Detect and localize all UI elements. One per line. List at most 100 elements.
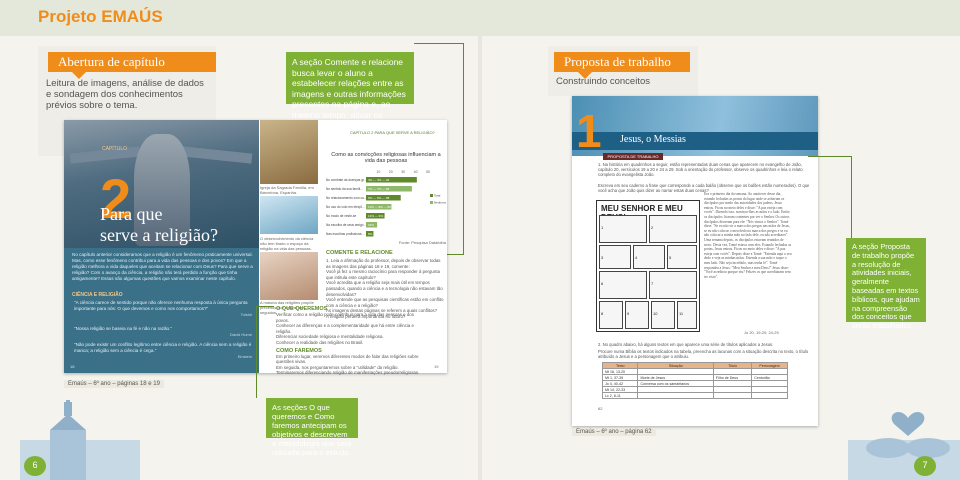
chapter-title-line: serve a religião? xyxy=(100,225,218,245)
comic-panel-number: 4 xyxy=(635,255,638,260)
chart-category-label: No relacionamento com ou… xyxy=(326,196,367,200)
faremos-line: Em primeiro lugar, veremos diferentes mo… xyxy=(276,353,419,365)
quote: "Nossa religião se baseia na fé e não na… xyxy=(74,326,252,337)
connector-line xyxy=(256,306,257,398)
cathedral-caption: Igreja da Sagrada Família, em Barcelona,… xyxy=(260,185,314,195)
bar-chart: 10 20 30 40 50 No combate às doenças gr… 4% — … xyxy=(326,170,446,237)
page-number-badge-right: 7 xyxy=(914,456,936,476)
page-number-right-badge: 7 xyxy=(922,460,928,470)
chart-legend-label: Total xyxy=(434,194,441,198)
faremos-line: Terminaremos diferenciando religião de m… xyxy=(276,370,420,376)
table-row: Lc 2, 8-11 xyxy=(601,392,788,399)
connector-line xyxy=(414,43,464,44)
comic-panel: 6 xyxy=(599,271,647,299)
chart-category-label: No uso do voto em eleiçõ… xyxy=(326,205,365,209)
callout-queremos: As seções O que queremos e Como faremos … xyxy=(266,398,358,457)
objectives-block: O QUE QUEREMOS Verificar como a religião… xyxy=(276,306,426,375)
chart-legend-swatch xyxy=(430,194,433,197)
section-description-abertura: Leitura de imagens, análise de dados e s… xyxy=(46,78,204,111)
chart-value-label: 6% — 6% — 88 xyxy=(368,196,390,200)
comente-line: 1. Leia a afirmação do professor, depois… xyxy=(326,258,441,269)
comic-panel: 2 xyxy=(649,215,697,243)
comic-panel: 1 xyxy=(599,215,647,243)
quote-author: Einstein xyxy=(237,354,252,359)
chapter-title: Para que serve a religião? xyxy=(100,204,218,246)
chart-category-label: No combate às doenças gr… xyxy=(326,178,367,182)
chart-category-label: No sentido da sua famíli… xyxy=(326,187,363,191)
lesson-title-band xyxy=(572,132,818,150)
section-label-abertura: Abertura de capítulo xyxy=(48,52,216,79)
chart-legend-swatch xyxy=(430,201,433,204)
comic-panel-number: 1 xyxy=(601,225,604,230)
hands-heart-illustration xyxy=(848,411,960,480)
comic-panel-number: 3 xyxy=(601,255,604,260)
lesson-q2: 2. No quadro abaixo, há alguns textos em… xyxy=(598,342,774,347)
comic-panel: 11 xyxy=(677,301,697,329)
quote: "A ciência carece de sentido porque não … xyxy=(74,300,252,317)
lesson-page-number: 62 xyxy=(598,406,603,411)
bible-reference: Jo 20, 19-20; 24-29 xyxy=(744,330,779,335)
chart-value-label: 12% — 9% — 79 xyxy=(368,214,391,218)
chapter-subhead: CIÊNCIA E RELIGIÃO xyxy=(72,292,123,298)
queremos-line: Conhecer a realidade das religiões no Br… xyxy=(276,339,364,345)
doctors-photo xyxy=(260,196,318,234)
chart-value-label: 11% — 9% — 80 xyxy=(368,205,391,209)
chart-tick-label: 50 xyxy=(426,170,430,174)
chapter-opener-page: CAPÍTULO 2 Para que serve a religião? No… xyxy=(64,120,259,373)
comic-panel: 8 xyxy=(599,301,623,329)
chart-value-label: 15% xyxy=(368,223,374,227)
comic-panel: 10 xyxy=(651,301,675,329)
connector-line xyxy=(256,306,274,307)
chart-tick-label: 20 xyxy=(389,170,393,174)
quote-text: "A ciência carece de sentido porque não … xyxy=(74,300,248,311)
chart-legend-label: Nenhuma … xyxy=(434,201,446,205)
page-header: Projeto EMAÚS xyxy=(0,0,960,36)
comic-panel-number: 2 xyxy=(651,225,654,230)
doctors-caption: O desenvolvimento da ciência não tem tir… xyxy=(260,236,314,251)
chart-title: Como as convicções religiosas influencia… xyxy=(331,152,441,164)
chart-value-label: 7% — 7% — 86 xyxy=(368,187,390,191)
comente-line: Você acredita que a religião seja mais ú… xyxy=(326,280,443,297)
lesson-number: 1 xyxy=(576,105,602,156)
connector-line xyxy=(808,156,852,157)
comente-line: Você já fez o mesmo raciocínio para resp… xyxy=(326,269,440,280)
lesson-title: Jesus, o Messias xyxy=(620,134,686,145)
comic-panel-number: 9 xyxy=(627,311,630,316)
quote-text: "Não pode existir um conflito legítimo e… xyxy=(74,342,252,353)
comic-panel-number: 11 xyxy=(679,311,684,316)
chart-category-label: Na escolha de seus amigo… xyxy=(326,223,367,227)
chart-tick-label: 40 xyxy=(414,170,418,174)
queremos-line: Verificar como a religião pode contribui… xyxy=(276,312,414,323)
chart-source: Fonte: Pesquisa Datafolha xyxy=(398,240,446,245)
table-cell xyxy=(751,392,788,399)
comic-panel: 9 xyxy=(625,301,649,329)
chart-tick-label: 30 xyxy=(401,170,405,174)
page-number-badge-left: 6 xyxy=(24,456,46,476)
section-description-proposta: Construindo conceitos xyxy=(556,76,650,87)
chapter-tag: CAPÍTULO xyxy=(102,146,128,152)
callout-comente: A seção Comente e relacione busca levar … xyxy=(286,52,414,141)
textbook-page-right: 1 Jesus, o Messias PROPOSTA DE TRABALHO … xyxy=(572,96,818,426)
comic-panel: 3 xyxy=(599,245,631,269)
comic-strip: MEU SENHOR E MEU DEUS! 1 2 3 4 5 6 7 8 9… xyxy=(596,200,700,332)
quote-author: Tolstói xyxy=(240,312,252,317)
statue-arm xyxy=(181,146,253,164)
page-number-right: 19 xyxy=(434,364,439,369)
footer-left: Emaús – 6º ano – páginas 18 e 19 xyxy=(64,380,164,388)
chapter-title-line: Para que xyxy=(100,204,163,224)
table-cell: Lc 2, 8-11 xyxy=(601,392,639,399)
page-number-left-badge: 6 xyxy=(32,460,38,470)
connector-line xyxy=(851,156,852,238)
page-gutter xyxy=(478,36,482,480)
table-cell xyxy=(712,392,753,399)
section-label-proposta: Proposta de trabalho xyxy=(554,52,690,79)
footer-right: Emaús – 6º ano – página 62 xyxy=(572,428,656,436)
chart-value-label: 8% xyxy=(368,232,373,236)
right-section: Proposta de trabalho Construindo conceit… xyxy=(548,46,698,96)
bible-passage: Era o primeiro dia da semana. Ao anoitec… xyxy=(704,192,792,279)
comic-panel-number: 6 xyxy=(601,281,604,286)
page-title: Projeto EMAÚS xyxy=(38,7,163,26)
comic-panel-number: 7 xyxy=(651,281,654,286)
chapter-intro: No capítulo anterior consideramos que a … xyxy=(72,252,253,281)
man-photo xyxy=(260,252,318,300)
